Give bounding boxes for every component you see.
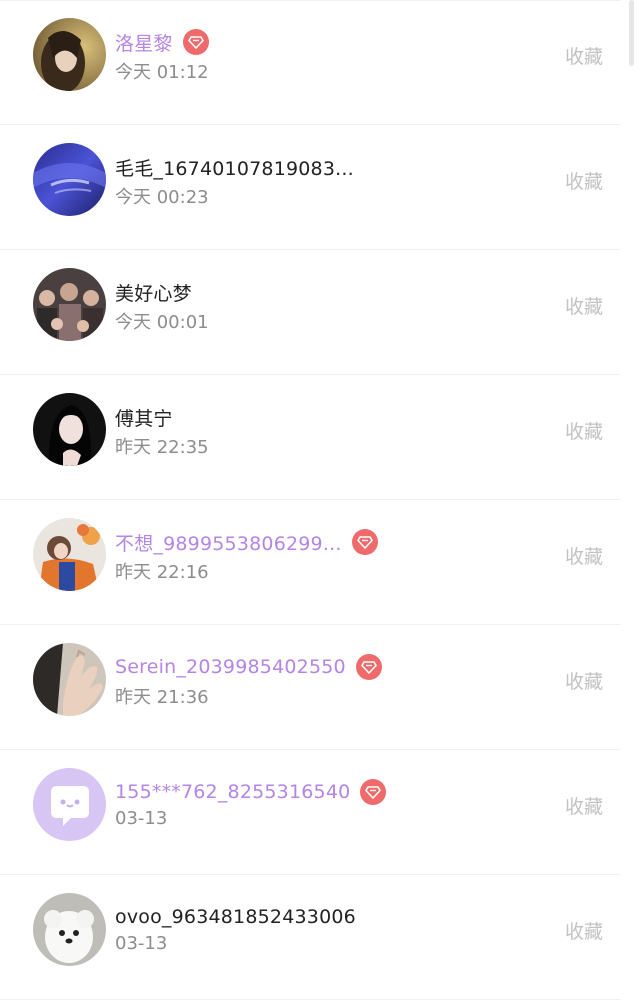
name-line: ovoo_963481852433006 bbox=[115, 903, 356, 931]
avatar[interactable] bbox=[33, 18, 106, 91]
list-item[interactable]: 美好心梦 今天 00:01 收藏 bbox=[0, 250, 620, 375]
list-item[interactable]: ovoo_963481852433006 03-13 收藏 bbox=[0, 875, 620, 1000]
avatar[interactable] bbox=[33, 268, 106, 341]
last-active-time: 昨天 21:36 bbox=[115, 687, 209, 708]
last-active-time: 今天 00:01 bbox=[115, 312, 209, 333]
avatar[interactable] bbox=[33, 768, 106, 841]
list-item[interactable]: 不想_9899553806299... 昨天 22:16 收藏 bbox=[0, 500, 620, 625]
user-name[interactable]: 毛毛_16740107819083... bbox=[115, 154, 354, 181]
favorite-button[interactable]: 收藏 bbox=[565, 917, 603, 944]
name-line: 傅其宁 bbox=[115, 403, 173, 431]
last-active-time: 昨天 22:16 bbox=[115, 562, 209, 583]
diamond-icon bbox=[360, 779, 387, 805]
last-active-time: 03-13 bbox=[115, 933, 168, 954]
avatar[interactable] bbox=[33, 143, 106, 216]
diamond-icon bbox=[351, 529, 378, 555]
user-list: 洛星黎 今天 01:12 收藏 毛毛_16740107819083... 今天 … bbox=[0, 0, 640, 1000]
user-name[interactable]: ovoo_963481852433006 bbox=[115, 906, 356, 928]
name-line: 毛毛_16740107819083... bbox=[115, 153, 354, 181]
scrollbar[interactable] bbox=[629, 0, 634, 66]
name-line: 美好心梦 bbox=[115, 278, 192, 306]
last-active-time: 今天 00:23 bbox=[115, 187, 209, 208]
favorite-button[interactable]: 收藏 bbox=[565, 417, 603, 444]
avatar[interactable] bbox=[33, 518, 106, 591]
diamond-icon bbox=[182, 29, 209, 55]
user-name[interactable]: 洛星黎 bbox=[115, 29, 173, 56]
avatar[interactable] bbox=[33, 643, 106, 716]
name-line: Serein_2039985402550 bbox=[115, 653, 382, 681]
favorite-button[interactable]: 收藏 bbox=[565, 292, 603, 319]
favorite-button[interactable]: 收藏 bbox=[565, 792, 603, 819]
list-item[interactable]: 155***762_8255316540 03-13 收藏 bbox=[0, 750, 620, 875]
user-name[interactable]: 美好心梦 bbox=[115, 279, 192, 306]
list-item[interactable]: 毛毛_16740107819083... 今天 00:23 收藏 bbox=[0, 125, 620, 250]
favorite-button[interactable]: 收藏 bbox=[565, 542, 603, 569]
name-line: 不想_9899553806299... bbox=[115, 528, 378, 556]
avatar[interactable] bbox=[33, 393, 106, 466]
last-active-time: 03-13 bbox=[115, 808, 168, 829]
list-item[interactable]: 傅其宁 昨天 22:35 收藏 bbox=[0, 375, 620, 500]
diamond-icon bbox=[355, 654, 382, 680]
name-line: 155***762_8255316540 bbox=[115, 778, 387, 806]
list-item[interactable]: 洛星黎 今天 01:12 收藏 bbox=[0, 0, 620, 125]
user-name[interactable]: 不想_9899553806299... bbox=[115, 529, 342, 556]
name-line: 洛星黎 bbox=[115, 28, 209, 56]
user-name[interactable]: 155***762_8255316540 bbox=[115, 781, 350, 803]
avatar[interactable] bbox=[33, 893, 106, 966]
last-active-time: 今天 01:12 bbox=[115, 62, 209, 83]
list-item[interactable]: Serein_2039985402550 昨天 21:36 收藏 bbox=[0, 625, 620, 750]
favorite-button[interactable]: 收藏 bbox=[565, 167, 603, 194]
favorite-button[interactable]: 收藏 bbox=[565, 667, 603, 694]
last-active-time: 昨天 22:35 bbox=[115, 437, 209, 458]
favorite-button[interactable]: 收藏 bbox=[565, 42, 603, 69]
user-name[interactable]: Serein_2039985402550 bbox=[115, 656, 346, 678]
user-name[interactable]: 傅其宁 bbox=[115, 404, 173, 431]
